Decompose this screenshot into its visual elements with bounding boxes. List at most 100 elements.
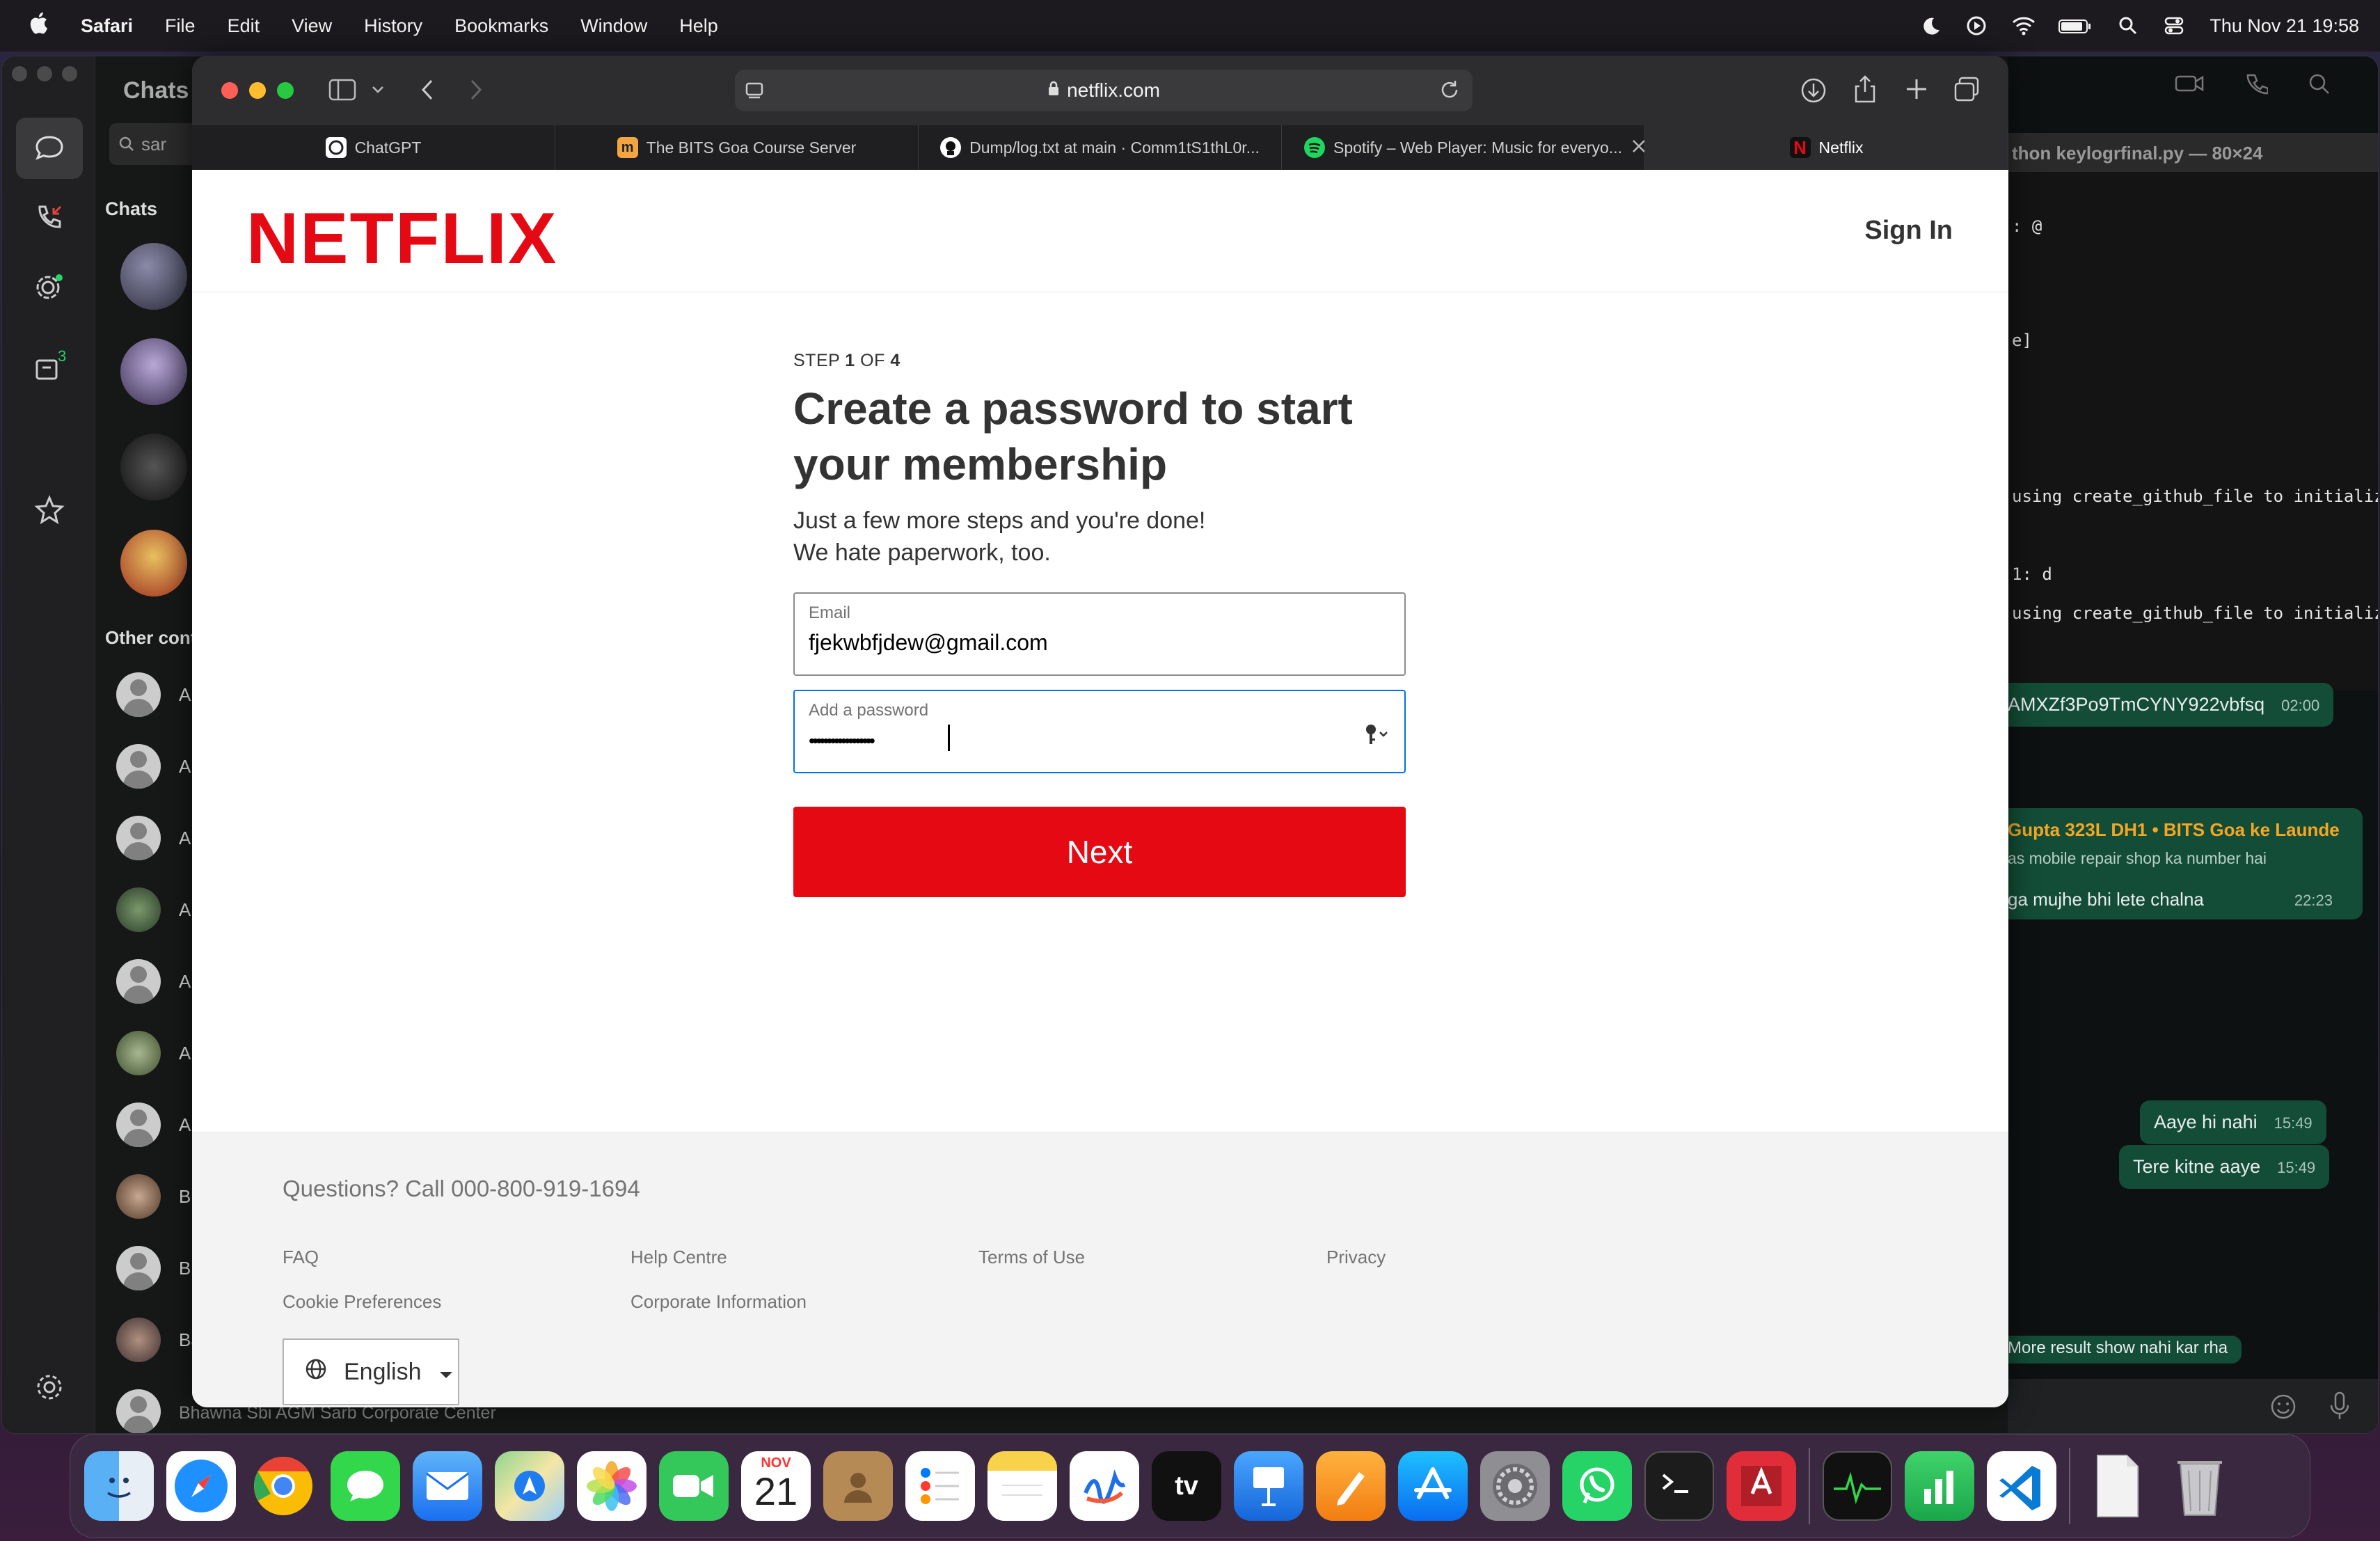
contact-avatar[interactable] (116, 887, 161, 932)
sidebar-toggle-icon[interactable] (328, 78, 356, 105)
contact-name[interactable]: B (179, 1258, 191, 1279)
menu-window[interactable]: Window (580, 15, 647, 37)
calls-nav-icon[interactable] (34, 203, 65, 237)
apple-tv-icon[interactable]: tv (1152, 1451, 1221, 1521)
emoji-icon[interactable] (2269, 1393, 2297, 1424)
tab-overview-icon[interactable] (1953, 75, 1981, 106)
chats-nav-icon[interactable] (16, 118, 83, 179)
close-window-button[interactable] (221, 82, 238, 99)
tab-group-chevron-icon[interactable] (372, 85, 384, 98)
sign-in-link[interactable]: Sign In (1864, 216, 1953, 246)
moon-icon[interactable] (1920, 15, 1941, 36)
reload-icon[interactable] (1439, 79, 1460, 105)
spotlight-search-icon[interactable] (2118, 15, 2139, 36)
footer-link-cookie-preferences[interactable]: Cookie Preferences (283, 1291, 441, 1313)
chat-search-input[interactable]: sar (109, 123, 200, 165)
menu-view[interactable]: View (292, 15, 332, 37)
system-settings-icon[interactable] (1480, 1451, 1550, 1521)
minimize-window-button[interactable] (249, 82, 266, 99)
share-icon[interactable] (1853, 74, 1878, 108)
tab-bits-course-server[interactable]: m The BITS Goa Course Server (555, 125, 919, 170)
footer-link-privacy[interactable]: Privacy (1326, 1247, 1386, 1268)
chrome-icon[interactable] (248, 1451, 318, 1521)
contacts-icon[interactable] (823, 1451, 893, 1521)
tab-github-dump[interactable]: Dump/log.txt at main · Comm1tS1thL0r... (919, 125, 1282, 170)
menu-app-name[interactable]: Safari (81, 15, 133, 37)
menu-history[interactable]: History (364, 15, 422, 37)
status-nav-icon[interactable] (34, 272, 65, 306)
group-message-bubble[interactable]: Gupta 323L DH1 • BITS Goa ke Launde as m… (1994, 808, 2363, 919)
contact-avatar[interactable] (116, 959, 161, 1004)
keynote-icon[interactable] (1234, 1451, 1303, 1521)
message-bubble[interactable]: AMXZf3Po9TmCYNY922vbfsq 02:00 (1994, 683, 2334, 727)
language-selector[interactable]: English (283, 1338, 459, 1405)
contact-name[interactable]: A (179, 1114, 191, 1136)
wifi-icon[interactable] (2012, 15, 2036, 36)
mail-icon[interactable] (413, 1451, 482, 1521)
contact-avatar[interactable] (116, 1174, 161, 1219)
wa-minimize-button[interactable] (37, 66, 52, 81)
apple-menu-icon[interactable] (28, 11, 49, 40)
contact-name[interactable]: A (179, 756, 191, 777)
notes-icon[interactable] (987, 1451, 1057, 1521)
chat-avatar[interactable] (120, 338, 187, 405)
contact-avatar[interactable] (116, 1246, 161, 1290)
menu-bookmarks[interactable]: Bookmarks (454, 15, 548, 37)
message-composer[interactable] (2008, 1379, 2378, 1433)
password-key-icon[interactable] (1363, 722, 1390, 747)
contact-avatar[interactable] (116, 1103, 161, 1147)
whatsapp-icon[interactable] (1562, 1451, 1632, 1521)
tab-spotify[interactable]: Spotify – Web Player: Music for everyo..… (1282, 125, 1645, 170)
terminal-icon[interactable] (1644, 1451, 1714, 1521)
wa-zoom-button[interactable] (62, 66, 77, 81)
autocad-lt-icon[interactable] (1727, 1451, 1796, 1521)
message-bubble[interactable]: More result show nahi kar rha (1994, 1336, 2242, 1364)
footer-link-faq[interactable]: FAQ (283, 1247, 319, 1268)
vscode-icon[interactable] (1987, 1451, 2056, 1521)
chat-search-icon[interactable] (2308, 73, 2331, 99)
calendar-icon[interactable]: NOV 21 (741, 1451, 811, 1521)
app-store-icon[interactable] (1398, 1451, 1468, 1521)
netflix-logo[interactable]: NETFLIX (246, 198, 557, 280)
contact-avatar[interactable] (116, 1318, 161, 1362)
contact-avatar[interactable] (116, 1389, 161, 1433)
menubar-clock[interactable]: Thu Nov 21 19:58 (2210, 15, 2359, 37)
new-tab-icon[interactable] (1904, 77, 1929, 105)
finder-icon[interactable] (84, 1451, 154, 1521)
messages-icon[interactable] (331, 1451, 400, 1521)
photos-icon[interactable] (577, 1451, 646, 1521)
chat-avatar[interactable] (120, 530, 187, 596)
tab-netflix[interactable]: N Netflix (1645, 125, 2008, 170)
close-tab-icon[interactable] (1631, 138, 1644, 159)
menu-edit[interactable]: Edit (228, 15, 260, 37)
back-icon[interactable] (419, 78, 436, 105)
footer-link-terms[interactable]: Terms of Use (978, 1247, 1085, 1268)
contact-name[interactable]: A (179, 1043, 191, 1064)
wa-close-button[interactable] (12, 66, 27, 81)
contact-name[interactable]: B (179, 1186, 191, 1208)
pages-icon[interactable] (1316, 1451, 1386, 1521)
chat-avatar[interactable] (120, 243, 187, 310)
menu-help[interactable]: Help (679, 15, 718, 37)
contact-name[interactable]: A (179, 828, 191, 849)
facetime-icon[interactable] (659, 1451, 729, 1521)
contact-avatar[interactable] (116, 672, 161, 717)
tab-chatgpt[interactable]: ChatGPT (192, 125, 555, 170)
chat-avatar[interactable] (120, 434, 187, 500)
contact-avatar[interactable] (116, 1031, 161, 1075)
downloads-icon[interactable] (1800, 77, 1827, 108)
battery-icon[interactable] (2058, 15, 2093, 36)
contact-name[interactable]: A (179, 899, 191, 921)
menu-file[interactable]: File (165, 15, 196, 37)
contact-avatar[interactable] (116, 744, 161, 789)
trash-icon[interactable] (2165, 1451, 2235, 1521)
voice-call-icon[interactable] (2246, 73, 2269, 99)
address-bar[interactable]: netflix.com (735, 70, 1473, 111)
freeform-icon[interactable] (1070, 1451, 1139, 1521)
play-circle-icon[interactable] (1966, 15, 1987, 36)
contact-name[interactable]: A (179, 684, 191, 706)
password-field[interactable]: Add a password •••••••••••••••••• (793, 690, 1406, 773)
control-center-icon[interactable] (2164, 15, 2184, 36)
settings-nav-icon[interactable] (34, 1372, 65, 1406)
message-bubble[interactable]: Tere kitne aaye 15:49 (2119, 1145, 2330, 1189)
